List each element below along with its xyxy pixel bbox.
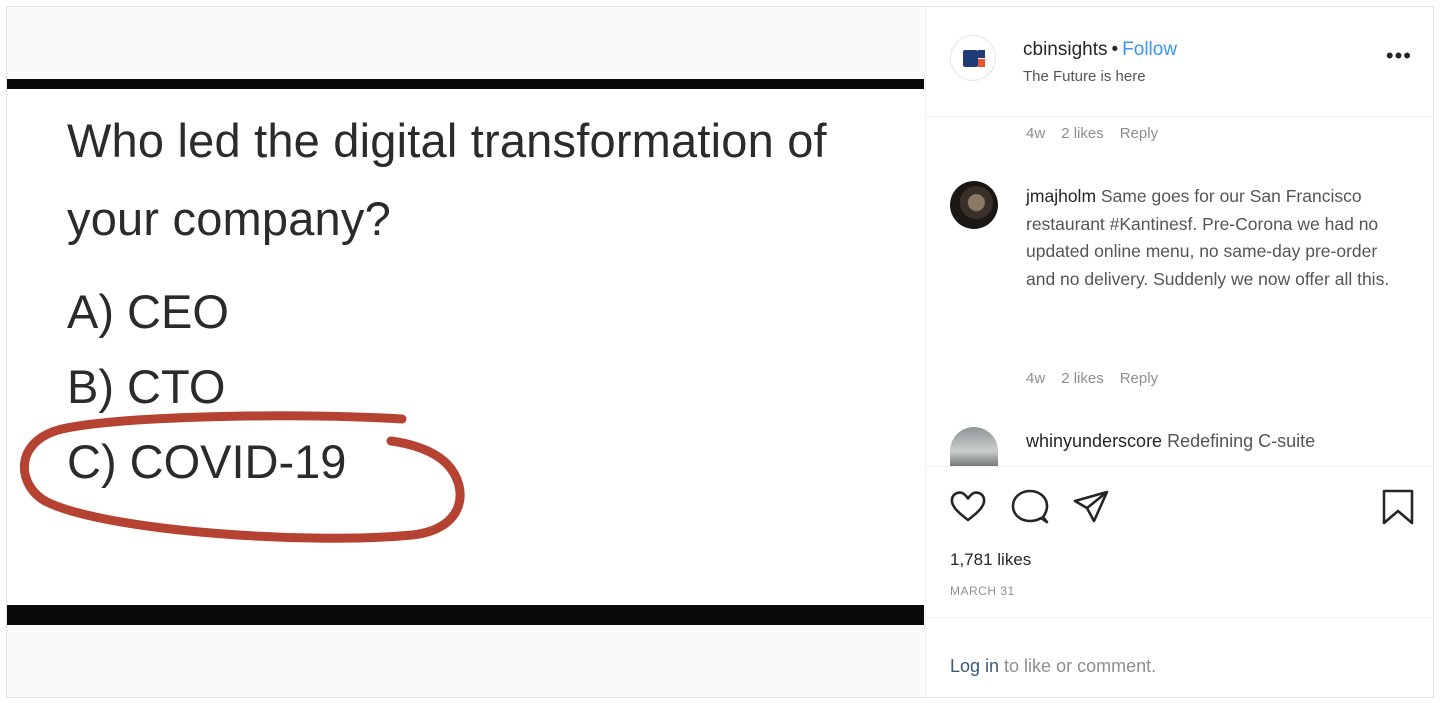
more-options-icon[interactable]: ••• (1386, 45, 1412, 67)
post-date[interactable]: MARCH 31 (950, 584, 1015, 598)
likes-count[interactable]: 1,781 likes (950, 550, 1031, 570)
comment-age[interactable]: 4w (1026, 370, 1045, 387)
login-prompt: Log in to like or comment. (950, 656, 1156, 677)
post-sidebar: cbinsights • Follow The Future is here •••… (925, 7, 1434, 697)
comment: jmajholm Same goes for our San Francisco… (1026, 183, 1396, 293)
account-username[interactable]: cbinsights (1023, 39, 1108, 60)
image-bottom-bar (7, 605, 924, 625)
post-header: cbinsights • Follow The Future is here ••• (926, 7, 1434, 117)
account-subtitle[interactable]: The Future is here (1023, 68, 1146, 85)
bookmark-icon[interactable] (1378, 487, 1418, 527)
account-line: cbinsights • Follow (1023, 39, 1177, 61)
slide: Who led the digital transformation of yo… (7, 89, 924, 605)
comment-username[interactable]: jmajholm (1026, 186, 1096, 206)
cbinsights-logo-icon[interactable] (950, 35, 996, 81)
paper-plane-icon[interactable] (1071, 487, 1111, 527)
comment-text: Redefining C-suite (1167, 431, 1316, 451)
login-link[interactable]: Log in (950, 656, 999, 676)
login-bar: Log in to like or comment. (926, 617, 1434, 697)
separator-dot: • (1111, 39, 1119, 60)
avatar[interactable] (950, 427, 998, 467)
comment: whinyunderscore Redefining C-suite (1026, 427, 1406, 465)
comment-meta: 4w 2 likes Reply (1026, 370, 1174, 387)
login-prompt-rest: to like or comment. (999, 656, 1157, 676)
comment-icon[interactable] (1010, 487, 1050, 527)
post-image[interactable]: Who led the digital transformation of yo… (7, 7, 924, 697)
heart-icon[interactable] (948, 487, 988, 527)
comment-username[interactable]: whinyunderscore (1026, 431, 1162, 451)
action-bar: 1,781 likes MARCH 31 (926, 466, 1434, 617)
comment-meta: 4w 2 likes Reply (1026, 125, 1174, 142)
hand-drawn-circle-mark (20, 411, 465, 543)
reply-button[interactable]: Reply (1120, 370, 1158, 387)
avatar[interactable] (950, 181, 998, 229)
comment-likes[interactable]: 2 likes (1061, 370, 1104, 387)
image-top-bar (7, 79, 924, 89)
follow-button[interactable]: Follow (1122, 39, 1177, 60)
reply-button[interactable]: Reply (1120, 125, 1158, 142)
comment-age[interactable]: 4w (1026, 125, 1045, 142)
comment-likes[interactable]: 2 likes (1061, 125, 1104, 142)
